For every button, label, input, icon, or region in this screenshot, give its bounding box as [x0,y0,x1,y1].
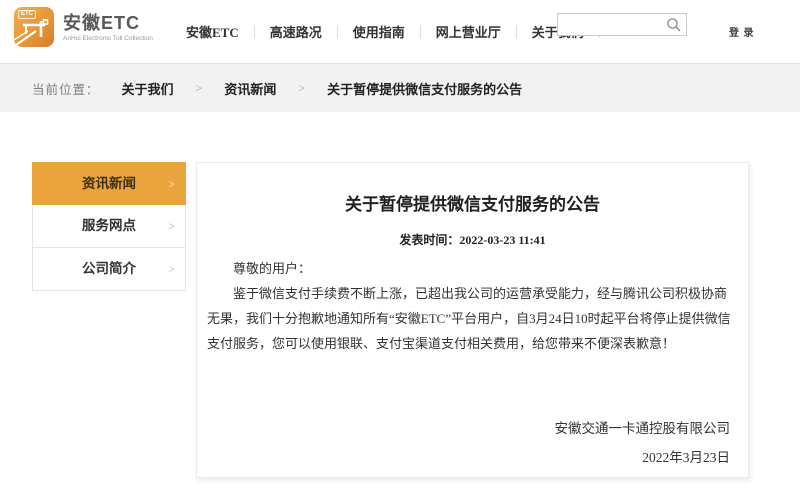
sidebar-item-label: 公司简介 [82,261,136,276]
chevron-right-icon: > [168,163,175,205]
publish-time-label: 发表时间： [399,233,459,247]
logo-title: 安徽ETC [63,13,153,33]
nav-item-anhui-etc[interactable]: 安徽ETC [180,22,254,41]
article-panel: 关于暂停提供微信支付服务的公告 发表时间：2022-03-23 11:41 尊敬… [196,162,749,478]
logo-subtitle: AnHui Electronic Toll Collection [63,35,153,42]
chevron-right-icon: > [196,81,203,96]
chevron-right-icon: > [168,205,175,247]
site-logo[interactable]: ETC 安徽ETC AnHui Electronic Toll Collecti… [14,7,153,47]
company-name: 安徽交通一卡通控股有限公司 [207,414,730,443]
publish-time-value: 2022-03-23 11:41 [459,233,545,247]
article-paragraph: 尊敬的用户： [207,256,738,281]
publish-time: 发表时间：2022-03-23 11:41 [207,231,738,248]
sidebar-item-company-profile[interactable]: 公司简介 > [32,248,186,291]
chevron-right-icon: > [168,248,175,290]
chevron-right-icon: > [298,81,305,96]
main-nav: 安徽ETC 高速路况 使用指南 网上营业厅 关于我们 [180,0,600,63]
breadcrumb-news[interactable]: 资讯新闻 [224,79,276,98]
site-header: ETC 安徽ETC AnHui Electronic Toll Collecti… [0,0,800,63]
breadcrumb-about-us[interactable]: 关于我们 [122,79,174,98]
search-icon[interactable] [666,17,682,33]
sidebar-item-service-outlets[interactable]: 服务网点 > [32,205,186,248]
article-date: 2022年3月23日 [207,443,730,472]
search-box [557,13,687,36]
search-input[interactable] [558,14,664,35]
breadcrumb-current-page: 关于暂停提供微信支付服务的公告 [327,79,522,98]
sidebar-item-news[interactable]: 资讯新闻 > [32,162,186,205]
sidebar-menu: 资讯新闻 > 服务网点 > 公司简介 > [32,162,186,291]
article-signature: 安徽交通一卡通控股有限公司 2022年3月23日 [207,414,738,472]
article-title: 关于暂停提供微信支付服务的公告 [207,190,738,215]
breadcrumb-prefix: 当前位置： [32,79,100,98]
etc-logo-icon: ETC [14,7,54,47]
logo-badge: ETC [18,10,36,19]
article-paragraph: 鉴于微信支付手续费不断上涨，已超出我公司的运营承受能力，经与腾讯公司积极协商无果… [207,281,738,356]
nav-item-online-hall[interactable]: 网上营业厅 [421,22,516,41]
sidebar-item-label: 服务网点 [82,218,136,233]
sidebar-item-label: 资讯新闻 [82,176,136,191]
breadcrumb: 当前位置： 关于我们 > 资讯新闻 > 关于暂停提供微信支付服务的公告 [0,63,800,112]
login-button[interactable]: 登 录 [729,24,755,39]
nav-item-traffic[interactable]: 高速路况 [255,22,337,41]
nav-item-guide[interactable]: 使用指南 [338,22,420,41]
article-body: 尊敬的用户： 鉴于微信支付手续费不断上涨，已超出我公司的运营承受能力，经与腾讯公… [207,256,738,356]
